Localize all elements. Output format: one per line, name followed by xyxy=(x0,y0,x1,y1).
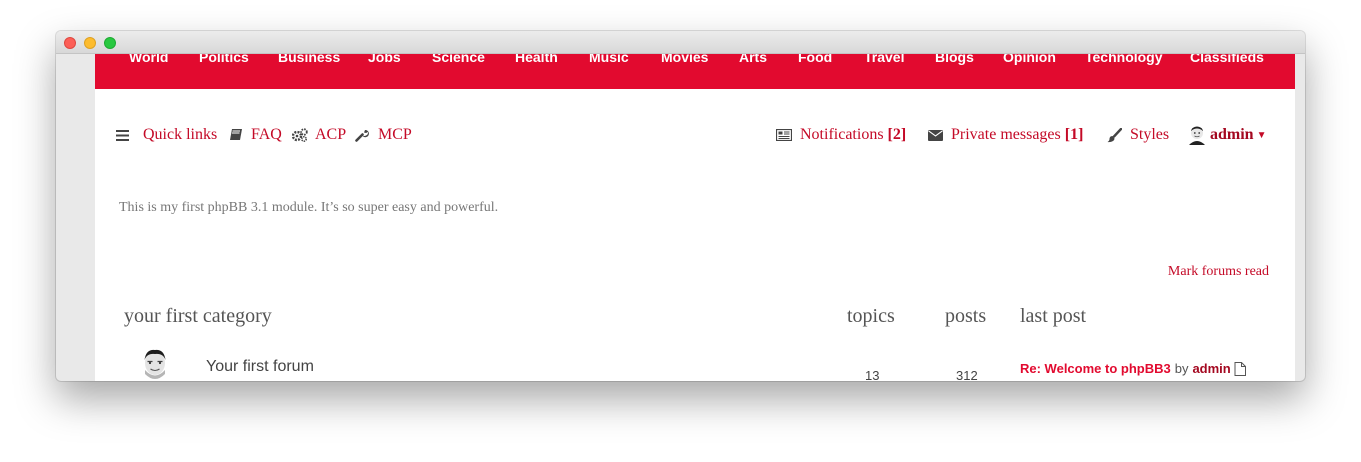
forum-topics-count: 13 xyxy=(865,368,880,381)
newspaper-icon xyxy=(776,129,792,141)
forum-posts-count: 312 xyxy=(956,368,978,381)
forum-icon-avatar xyxy=(144,349,166,379)
maximize-window-button[interactable] xyxy=(104,37,116,49)
browser-window: World Politics Business Jobs Science Hea… xyxy=(56,31,1305,381)
site-top-navigation: World Politics Business Jobs Science Hea… xyxy=(95,54,1295,89)
welcome-message: This is my first phpBB 3.1 module. It’s … xyxy=(119,200,499,215)
mark-forums-read-link[interactable]: Mark forums read xyxy=(1168,264,1269,280)
topnav-link-business[interactable]: Business xyxy=(278,54,340,65)
forum-navbar: Quick links FAQ ACP MCP Notifications [2… xyxy=(95,124,1295,146)
book-icon xyxy=(230,129,242,140)
last-post-info: Re: Welcome to phpBB3 by admin xyxy=(1020,361,1246,376)
wrench-icon xyxy=(355,129,369,142)
quick-links-menu[interactable]: Quick links xyxy=(116,124,217,146)
avatar xyxy=(1189,126,1205,145)
notifications-count: [2] xyxy=(887,126,907,143)
hamburger-icon xyxy=(116,129,129,141)
topnav-link-health[interactable]: Health xyxy=(515,54,558,65)
forum-title-link[interactable]: Your first forum xyxy=(206,358,314,376)
column-header-last-post: last post xyxy=(1020,305,1087,327)
last-post-link[interactable]: Re: Welcome to phpBB3 xyxy=(1020,361,1171,376)
column-header-posts: posts xyxy=(945,305,987,327)
paintbrush-icon xyxy=(1107,127,1122,142)
faq-label: FAQ xyxy=(251,126,282,143)
category-title[interactable]: your first category xyxy=(124,305,272,328)
styles-label: Styles xyxy=(1130,126,1170,143)
private-messages-link[interactable]: Private messages [1] xyxy=(928,124,1083,146)
envelope-icon xyxy=(928,129,943,141)
notifications-link[interactable]: Notifications [2] xyxy=(776,124,906,146)
private-messages-label: Private messages xyxy=(951,126,1061,143)
dropdown-caret-icon: ▼ xyxy=(1256,129,1267,141)
topnav-link-jobs[interactable]: Jobs xyxy=(368,54,401,65)
mcp-label: MCP xyxy=(378,126,412,143)
mcp-link[interactable]: MCP xyxy=(355,124,412,146)
last-post-author-link[interactable]: admin xyxy=(1192,361,1230,376)
last-post-by-label: by xyxy=(1174,361,1189,376)
gears-icon xyxy=(292,128,308,142)
user-menu[interactable]: admin ▼ xyxy=(1188,124,1266,146)
topnav-link-travel[interactable]: Travel xyxy=(864,54,904,65)
close-window-button[interactable] xyxy=(64,37,76,49)
topnav-link-music[interactable]: Music xyxy=(589,54,629,65)
notifications-label: Notifications xyxy=(800,126,884,143)
acp-label: ACP xyxy=(315,126,347,143)
forum-page: World Politics Business Jobs Science Hea… xyxy=(95,54,1295,381)
topnav-link-technology[interactable]: Technology xyxy=(1085,54,1163,65)
topnav-link-food[interactable]: Food xyxy=(798,54,832,65)
topnav-link-classifieds[interactable]: Classifieds xyxy=(1190,54,1264,65)
username-label: admin xyxy=(1210,126,1254,143)
topnav-link-opinion[interactable]: Opinion xyxy=(1003,54,1056,65)
acp-link[interactable]: ACP xyxy=(292,124,346,146)
topnav-link-movies[interactable]: Movies xyxy=(661,54,708,65)
column-header-topics: topics xyxy=(847,305,895,327)
topnav-link-blogs[interactable]: Blogs xyxy=(935,54,974,65)
topnav-link-arts[interactable]: Arts xyxy=(739,54,767,65)
styles-link[interactable]: Styles xyxy=(1107,124,1169,146)
topnav-link-world[interactable]: World xyxy=(129,54,168,65)
minimize-window-button[interactable] xyxy=(84,37,96,49)
topnav-link-politics[interactable]: Politics xyxy=(199,54,249,65)
topnav-link-science[interactable]: Science xyxy=(432,54,485,65)
view-latest-post-icon[interactable] xyxy=(1234,361,1246,376)
private-messages-count: [1] xyxy=(1064,126,1084,143)
window-titlebar xyxy=(56,31,1305,54)
quick-links-label: Quick links xyxy=(143,126,218,143)
faq-link[interactable]: FAQ xyxy=(229,124,282,146)
